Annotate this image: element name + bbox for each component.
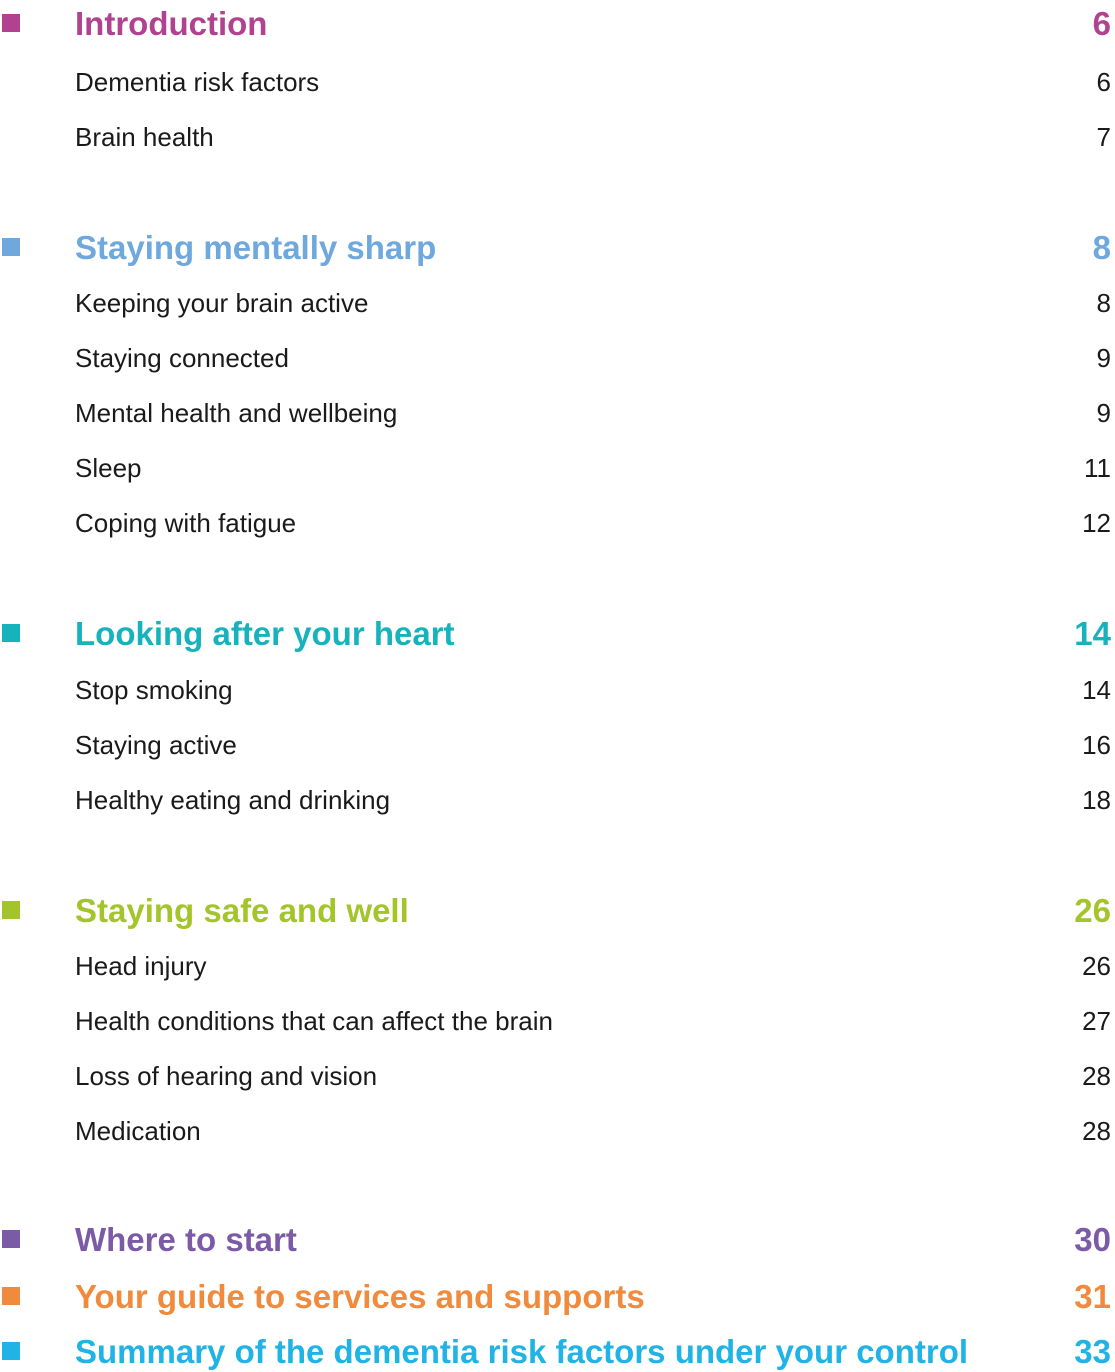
- section-marker-icon: [2, 238, 20, 256]
- toc-heading-looking-after-your-heart[interactable]: Looking after your heart 14: [0, 612, 1115, 656]
- toc-item[interactable]: Coping with fatigue 12: [0, 505, 1115, 541]
- item-title: Sleep: [75, 453, 142, 483]
- item-title: Stop smoking: [75, 675, 233, 705]
- heading-title: Introduction: [75, 5, 268, 42]
- toc-item[interactable]: Stop smoking 14: [0, 672, 1115, 708]
- item-title: Mental health and wellbeing: [75, 398, 398, 428]
- item-title: Coping with fatigue: [75, 508, 297, 538]
- toc-item[interactable]: Staying connected 9: [0, 340, 1115, 376]
- toc-item[interactable]: Loss of hearing and vision 28: [0, 1058, 1115, 1094]
- item-title: Head injury: [75, 951, 207, 981]
- heading-page-number: 31: [1074, 1278, 1111, 1315]
- section-marker-icon: [2, 1342, 20, 1360]
- toc-item[interactable]: Health conditions that can affect the br…: [0, 1003, 1115, 1039]
- heading-page-number: 6: [1092, 5, 1111, 42]
- toc-item[interactable]: Medication 28: [0, 1113, 1115, 1149]
- heading-title: Your guide to services and supports: [75, 1278, 645, 1315]
- toc-heading-summary-risk-factors[interactable]: Summary of the dementia risk factors und…: [0, 1330, 1115, 1370]
- item-page-number: 26: [1082, 951, 1111, 981]
- item-page-number: 7: [1096, 122, 1111, 152]
- toc-heading-staying-safe-and-well[interactable]: Staying safe and well 26: [0, 889, 1115, 933]
- heading-page-number: 30: [1074, 1221, 1111, 1258]
- section-marker-icon: [2, 14, 20, 32]
- item-page-number: 18: [1082, 785, 1111, 815]
- toc-item[interactable]: Mental health and wellbeing 9: [0, 395, 1115, 431]
- item-title: Dementia risk factors: [75, 67, 320, 97]
- item-page-number: 9: [1096, 343, 1111, 373]
- item-page-number: 9: [1096, 398, 1111, 428]
- toc-item[interactable]: Staying active 16: [0, 727, 1115, 763]
- item-title: Staying active: [75, 730, 237, 760]
- heading-page-number: 26: [1074, 892, 1111, 929]
- item-title: Loss of hearing and vision: [75, 1061, 378, 1091]
- toc-heading-staying-mentally-sharp[interactable]: Staying mentally sharp 8: [0, 226, 1115, 270]
- heading-title: Looking after your heart: [75, 615, 455, 652]
- item-title: Medication: [75, 1116, 201, 1146]
- item-page-number: 11: [1084, 453, 1111, 483]
- toc-item[interactable]: Brain health 7: [0, 119, 1115, 155]
- item-title: Brain health: [75, 122, 214, 152]
- heading-title: Summary of the dementia risk factors und…: [75, 1333, 969, 1370]
- item-page-number: 28: [1082, 1061, 1111, 1091]
- toc-item[interactable]: Healthy eating and drinking 18: [0, 782, 1115, 818]
- heading-title: Staying mentally sharp: [75, 229, 437, 266]
- heading-page-number: 33: [1074, 1333, 1111, 1370]
- item-title: Staying connected: [75, 343, 289, 373]
- item-page-number: 6: [1096, 67, 1111, 97]
- item-page-number: 8: [1096, 288, 1111, 318]
- toc-heading-where-to-start[interactable]: Where to start 30: [0, 1218, 1115, 1262]
- toc-heading-services-and-supports[interactable]: Your guide to services and supports 31: [0, 1275, 1115, 1319]
- toc-heading-introduction[interactable]: Introduction 6: [0, 2, 1115, 46]
- heading-title: Staying safe and well: [75, 892, 409, 929]
- item-page-number: 16: [1082, 730, 1111, 760]
- section-marker-icon: [2, 624, 20, 642]
- toc-item[interactable]: Dementia risk factors 6: [0, 64, 1115, 100]
- item-page-number: 12: [1082, 508, 1111, 538]
- toc-item[interactable]: Sleep 11: [0, 450, 1115, 486]
- toc-item[interactable]: Head injury 26: [0, 948, 1115, 984]
- item-page-number: 28: [1082, 1116, 1111, 1146]
- item-page-number: 14: [1082, 675, 1111, 705]
- item-title: Healthy eating and drinking: [75, 785, 391, 815]
- heading-page-number: 8: [1092, 229, 1111, 266]
- item-title: Keeping your brain active: [75, 288, 369, 318]
- heading-title: Where to start: [75, 1221, 297, 1258]
- section-marker-icon: [2, 1287, 20, 1305]
- section-marker-icon: [2, 901, 20, 919]
- section-marker-icon: [2, 1230, 20, 1248]
- table-of-contents: Introduction 6 Dementia risk factors 6 B…: [0, 0, 1115, 1371]
- item-title: Health conditions that can affect the br…: [75, 1006, 553, 1036]
- heading-page-number: 14: [1074, 615, 1111, 652]
- toc-item[interactable]: Keeping your brain active 8: [0, 285, 1115, 321]
- item-page-number: 27: [1082, 1006, 1111, 1036]
